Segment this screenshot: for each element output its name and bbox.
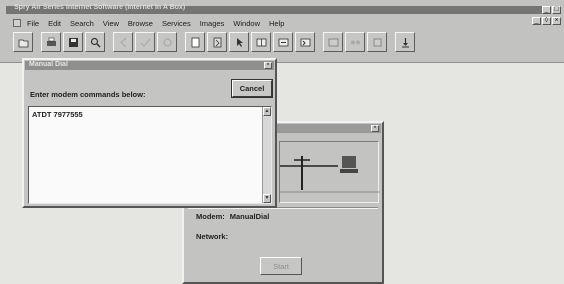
window-controls: _ □: [542, 6, 561, 14]
arrows-icon: [278, 38, 288, 46]
gopher-button[interactable]: [273, 32, 293, 52]
start-button[interactable]: Start: [260, 257, 302, 275]
download-button[interactable]: [395, 32, 415, 52]
menu-bar: File Edit Search View Browse Services Im…: [13, 17, 293, 29]
app-window: Spry Air Series Internet Software (Inter…: [0, 0, 564, 63]
stop-button[interactable]: [367, 32, 387, 52]
disk-icon: [68, 37, 78, 47]
menu-view[interactable]: View: [103, 19, 119, 28]
print-icon: [46, 37, 56, 46]
scroll-up-arrow-icon[interactable]: ▲: [263, 107, 271, 116]
network-label: Network:: [196, 232, 229, 241]
back-button[interactable]: [113, 32, 133, 52]
manual-dial-dialog: Manual Dial × Enter modem commands below…: [22, 58, 277, 208]
modem-value: ManualDial: [229, 212, 270, 221]
connection-diagram: [279, 141, 380, 203]
modem-command-text: ATDT 7977555: [32, 110, 83, 119]
document-icon[interactable]: [13, 19, 21, 27]
doc-restore-button[interactable]: ◊: [542, 17, 551, 25]
doc-close-button[interactable]: ×: [552, 17, 561, 25]
doc-minimize-button[interactable]: _: [532, 17, 541, 25]
open-icon: [18, 39, 28, 47]
forward-button[interactable]: [135, 32, 155, 52]
bookmark-button[interactable]: [207, 32, 227, 52]
find-button[interactable]: [85, 32, 105, 52]
cancel-button[interactable]: Cancel: [231, 79, 273, 98]
modem-commands-textarea[interactable]: ATDT 7977555 ▲ ▼: [28, 106, 272, 204]
document-window-controls: _ ◊ ×: [532, 17, 561, 25]
terminal-icon: [328, 38, 338, 46]
menu-window[interactable]: Window: [233, 19, 260, 28]
save-button[interactable]: [63, 32, 83, 52]
connect-button[interactable]: [345, 32, 365, 52]
pointer-icon: [236, 37, 243, 47]
page-icon: [191, 37, 199, 47]
modem-row: Modem: ManualDial: [196, 212, 269, 221]
check-icon: [140, 38, 150, 47]
dialog-title: Manual Dial: [29, 61, 68, 68]
connection-close-button[interactable]: ×: [371, 125, 379, 132]
magnifier-icon: [90, 37, 101, 48]
menu-file[interactable]: File: [27, 19, 39, 28]
modem-label: Modem:: [196, 212, 225, 221]
toolbar: [13, 31, 417, 53]
scroll-down-arrow-icon[interactable]: ▼: [263, 194, 271, 203]
connection-status-icon: [280, 156, 380, 193]
reload-icon: [162, 37, 172, 47]
minimize-button[interactable]: _: [542, 6, 551, 14]
app-titlebar[interactable]: Spry Air Series Internet Software (Inter…: [6, 4, 551, 14]
download-icon: [401, 37, 409, 47]
menu-services[interactable]: Services: [162, 19, 191, 28]
vertical-scrollbar[interactable]: ▲ ▼: [262, 107, 271, 203]
maximize-button[interactable]: □: [552, 6, 561, 14]
bookmark-icon: [213, 37, 221, 47]
ftp-button[interactable]: [295, 32, 315, 52]
menu-browse[interactable]: Browse: [128, 19, 153, 28]
menu-help[interactable]: Help: [269, 19, 284, 28]
modem-commands-label: Enter modem commands below:: [30, 90, 146, 99]
back-icon: [119, 37, 126, 47]
dialog-titlebar[interactable]: Manual Dial ×: [25, 61, 274, 70]
menu-search[interactable]: Search: [70, 19, 94, 28]
menu-images[interactable]: Images: [200, 19, 225, 28]
stop-icon: [373, 38, 381, 46]
transfer-icon: [300, 38, 310, 46]
dialog-close-button[interactable]: ×: [264, 62, 272, 69]
print-button[interactable]: [41, 32, 61, 52]
telnet-button[interactable]: [323, 32, 343, 52]
book-icon: [256, 38, 266, 46]
app-title: Spry Air Series Internet Software (Inter…: [14, 4, 186, 11]
menu-edit[interactable]: Edit: [48, 19, 61, 28]
hotlist-button[interactable]: [185, 32, 205, 52]
reload-button[interactable]: [157, 32, 177, 52]
news-button[interactable]: [251, 32, 271, 52]
mail-button[interactable]: [229, 32, 249, 52]
network-icon: [350, 40, 360, 44]
open-button[interactable]: [13, 32, 33, 52]
